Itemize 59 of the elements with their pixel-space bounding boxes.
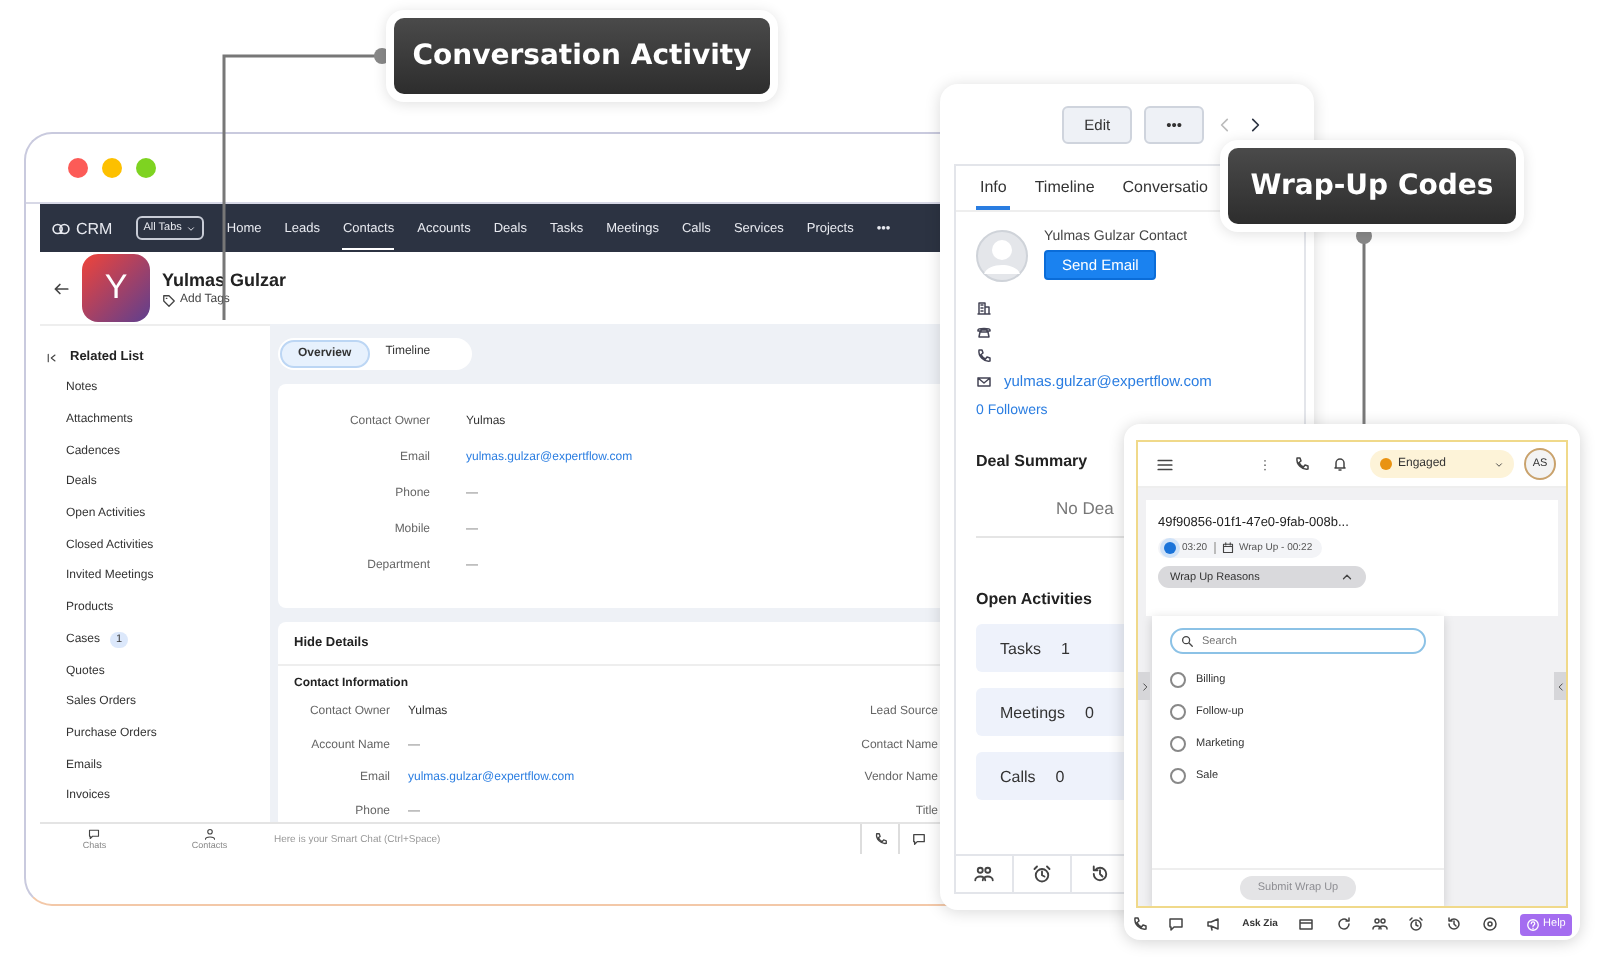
search-icon (1180, 634, 1194, 648)
callout-label: Conversation Activity (394, 18, 770, 94)
panel-tab[interactable]: Timeline (1030, 166, 1099, 210)
help-icon (1525, 917, 1540, 931)
chat-icon (911, 832, 925, 846)
megaphone-icon (1205, 916, 1222, 932)
avatar-icon (976, 230, 1028, 282)
people-icon (974, 864, 994, 884)
back-icon (52, 279, 70, 297)
panel-tab[interactable]: Info (976, 166, 1011, 210)
chevron-left-icon (1555, 681, 1565, 691)
chevron-up-icon (1340, 570, 1354, 584)
chevron-right-icon (1139, 681, 1149, 691)
record-icon (1482, 916, 1499, 932)
desk-phone-icon (976, 324, 992, 340)
callout-label: Wrap-Up Codes (1228, 148, 1516, 224)
contact-avatar: Y (82, 254, 150, 322)
minimize-dot[interactable] (102, 158, 122, 178)
panel-tab[interactable]: Conversatio (1118, 166, 1212, 210)
chevron-down-icon (1494, 459, 1504, 469)
app-name: CRM (76, 219, 113, 237)
radio-button[interactable] (1170, 704, 1186, 720)
phone-icon (1132, 916, 1148, 932)
empty-message: No Dea (1056, 498, 1114, 518)
history-icon (1090, 864, 1110, 884)
maximize-dot[interactable] (136, 158, 156, 178)
close-dot[interactable] (68, 158, 88, 178)
history-icon (1445, 916, 1462, 932)
expand-handle[interactable] (1554, 672, 1566, 700)
kebab-icon (1258, 457, 1272, 471)
collapse-icon (46, 351, 58, 364)
building-icon (976, 300, 992, 316)
chevron-right-icon (1246, 115, 1264, 133)
radio-button[interactable] (1170, 672, 1186, 688)
radio-button[interactable] (1170, 768, 1186, 784)
phone-icon (873, 832, 887, 846)
rings-icon (52, 219, 70, 237)
chevron-left-icon (1216, 115, 1234, 133)
person-icon (203, 828, 216, 840)
menu-icon (1156, 455, 1174, 473)
radio-button[interactable] (1170, 736, 1186, 752)
section-title: Open Activities (976, 590, 1092, 608)
tag-icon (162, 293, 176, 307)
contact-name: Yulmas Gulzar (162, 269, 287, 289)
phone-icon (976, 348, 992, 364)
alarm-icon (1408, 916, 1425, 932)
people-icon (1372, 916, 1389, 932)
chevron-down-icon (185, 223, 196, 233)
card-icon (1298, 916, 1315, 932)
refresh-icon (1335, 916, 1352, 932)
bell-icon (1332, 456, 1348, 472)
section-title: Deal Summary (976, 452, 1088, 470)
alarm-icon (1032, 864, 1052, 884)
expand-handle[interactable] (1138, 672, 1150, 700)
calendar-icon (1221, 542, 1234, 554)
chat-icon (1168, 916, 1185, 932)
mail-icon (976, 373, 992, 389)
chat-icon (88, 828, 101, 840)
phone-icon (1294, 456, 1310, 472)
